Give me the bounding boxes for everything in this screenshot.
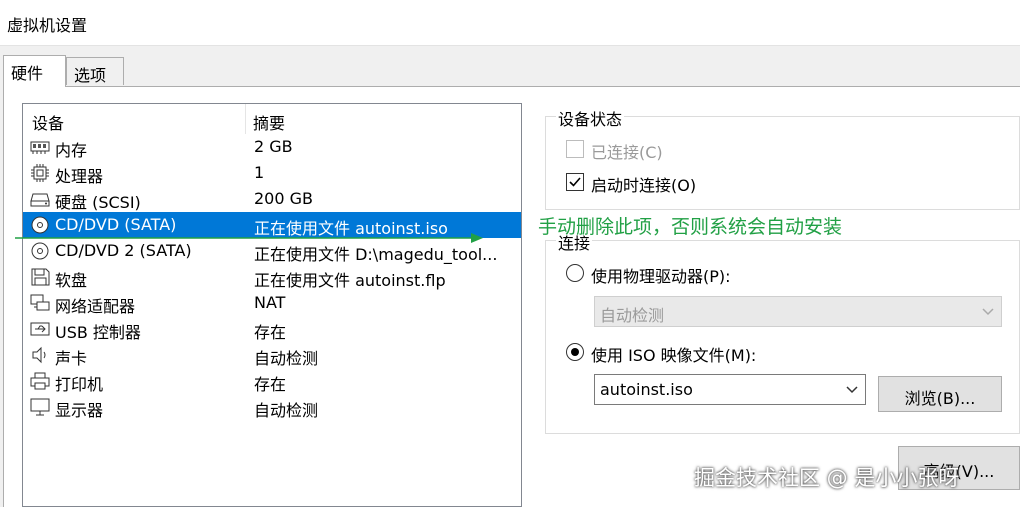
browse-button[interactable]: 浏览(B)... xyxy=(878,376,1002,412)
device-name: 软盘 xyxy=(55,271,88,290)
column-header-device[interactable]: 设备 xyxy=(32,110,64,134)
device-list-header: 设备 摘要 xyxy=(23,104,521,134)
device-row-printer[interactable]: 打印机 存在 xyxy=(23,368,521,394)
network-adapter-icon xyxy=(30,294,50,311)
floppy-icon xyxy=(31,268,50,286)
device-row-hard-disk[interactable]: 硬盘 (SCSI) 200 GB xyxy=(23,186,521,212)
usb-icon xyxy=(30,322,50,336)
device-row-display[interactable]: 显示器 自动检测 xyxy=(23,394,521,420)
connect-at-power-on-label: 启动时连接(O) xyxy=(591,176,697,195)
device-summary: 存在 xyxy=(254,375,287,394)
printer-icon xyxy=(30,372,50,390)
checkmark-icon xyxy=(569,177,581,187)
chevron-down-icon xyxy=(982,308,994,316)
device-summary: 存在 xyxy=(254,323,287,342)
iso-path-combobox[interactable]: autoinst.iso xyxy=(594,374,866,405)
column-header-summary[interactable]: 摘要 xyxy=(253,110,285,134)
device-name: 打印机 xyxy=(55,375,104,394)
chevron-down-icon xyxy=(846,386,858,394)
connected-checkbox[interactable] xyxy=(566,140,584,158)
cpu-icon xyxy=(31,164,49,182)
iso-path-value: autoinst.iso xyxy=(600,380,693,399)
device-status-title: 设备状态 xyxy=(556,106,625,130)
device-row-usb-controller[interactable]: USB 控制器 存在 xyxy=(23,316,521,342)
device-row-memory[interactable]: 内存 2 GB xyxy=(23,134,521,160)
device-name: 网络适配器 xyxy=(55,297,136,316)
title-bar: 虚拟机设置 xyxy=(0,0,1020,46)
device-name: 处理器 xyxy=(55,167,104,186)
device-summary: NAT xyxy=(254,293,286,312)
device-summary: 正在使用文件 autoinst.flp xyxy=(254,271,446,290)
device-summary: 200 GB xyxy=(254,189,313,208)
device-summary: 1 xyxy=(254,163,265,182)
monitor-icon xyxy=(30,398,50,416)
physical-drive-radio[interactable] xyxy=(566,264,584,282)
device-row-floppy[interactable]: 软盘 正在使用文件 autoinst.flp xyxy=(23,264,521,290)
device-summary: 2 GB xyxy=(254,137,293,156)
column-separator[interactable] xyxy=(245,104,246,134)
device-name: USB 控制器 xyxy=(55,323,141,342)
device-summary: 自动检测 xyxy=(254,349,319,368)
annotation-text: 手动删除此项，否则系统会自动安装 xyxy=(538,216,843,238)
window-title: 虚拟机设置 xyxy=(7,16,88,35)
device-summary: 自动检测 xyxy=(254,401,319,420)
memory-icon xyxy=(30,141,50,154)
device-name: 声卡 xyxy=(55,349,88,368)
device-list[interactable]: 设备 摘要 内存 2 GB 处理器 1 硬盘 (SCSI) 200 GB CD/… xyxy=(22,103,522,507)
hard-disk-icon xyxy=(30,193,50,207)
device-row-processor[interactable]: 处理器 1 xyxy=(23,160,521,186)
connected-label: 已连接(C) xyxy=(591,143,663,162)
iso-image-label: 使用 ISO 映像文件(M): xyxy=(591,346,757,365)
sound-icon xyxy=(32,346,46,364)
watermark: 掘金技术社区 @ 是小小张呀 xyxy=(694,466,960,490)
device-name: 硬盘 (SCSI) xyxy=(55,193,141,212)
tab-options[interactable]: 选项 xyxy=(66,57,124,85)
device-row-sound-card[interactable]: 声卡 自动检测 xyxy=(23,342,521,368)
tab-hardware[interactable]: 硬件 xyxy=(3,55,66,87)
connect-at-power-on-checkbox[interactable] xyxy=(566,173,584,191)
device-row-network-adapter[interactable]: 网络适配器 NAT xyxy=(23,290,521,316)
device-name: 内存 xyxy=(55,141,88,160)
physical-drive-value: 自动检测 xyxy=(600,306,665,325)
physical-drive-dropdown[interactable]: 自动检测 xyxy=(594,296,1002,327)
physical-drive-label: 使用物理驱动器(P): xyxy=(591,267,731,286)
annotation-arrow xyxy=(15,233,483,243)
iso-image-radio[interactable] xyxy=(566,343,584,361)
device-name: 显示器 xyxy=(55,401,104,420)
